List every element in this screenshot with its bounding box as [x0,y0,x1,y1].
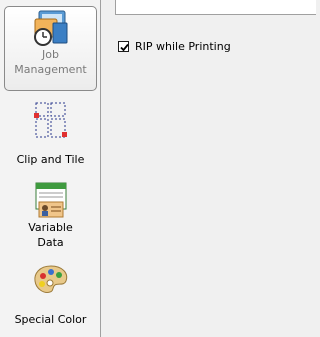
sidebar-item-label: Data [37,236,64,249]
sidebar-item-variable-data[interactable]: Variable Data [4,180,97,255]
sidebar-item-label: Management [14,63,87,76]
palette-icon [33,265,67,293]
sidebar-item-label: Job [42,48,59,61]
panel-frame [115,0,316,15]
main-content: RIP while Printing [101,0,316,337]
rip-while-printing-option[interactable]: RIP while Printing [118,39,231,53]
sidebar-item-label: Variable [28,221,73,234]
sidebar-item-clip-and-tile[interactable]: Clip and Tile [4,100,97,170]
sidebar: Job Management Clip and Tile Variable Da… [0,0,101,337]
sidebar-item-label: Clip and Tile [16,153,85,166]
variable-data-icon [35,182,66,218]
checkmark-icon [120,43,129,51]
sidebar-item-job-management[interactable]: Job Management [4,6,97,91]
sidebar-item-special-color[interactable]: Special Color [4,262,97,332]
job-management-icon [33,10,67,46]
clip-and-tile-icon [33,102,67,138]
sidebar-item-label: Special Color [14,313,87,326]
rip-while-printing-checkbox[interactable] [118,40,129,52]
rip-while-printing-label: RIP while Printing [135,39,231,53]
